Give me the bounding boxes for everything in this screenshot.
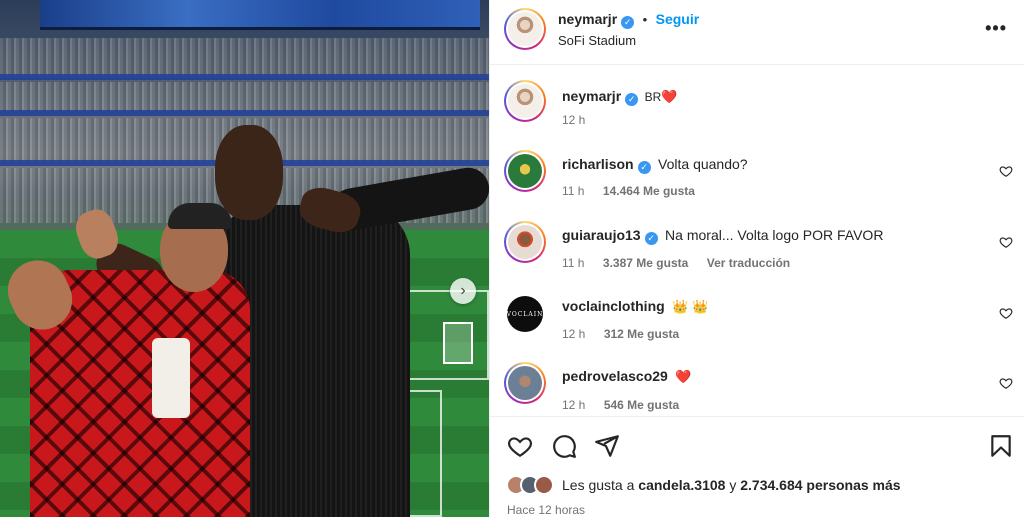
- likes-first-user[interactable]: candela.3108: [638, 477, 725, 493]
- separator-dot: •: [642, 12, 648, 27]
- verified-badge-icon: ✓: [621, 16, 635, 29]
- voclain-avatar[interactable]: VOCLAIN: [507, 296, 543, 332]
- post-panel: neymarjr ✓ • Seguir SoFi Stadium ••• neym…: [489, 0, 1024, 517]
- verified-badge-icon: ✓: [637, 161, 651, 174]
- comment-time[interactable]: 11 h: [562, 184, 584, 198]
- follow-button[interactable]: Seguir: [656, 11, 700, 27]
- caption-text: BR: [644, 90, 662, 104]
- comment-text: Na moral... Volta logo POR FAVOR: [665, 227, 884, 243]
- heart-emoji: ❤️: [661, 89, 678, 104]
- author-avatar[interactable]: [504, 8, 546, 50]
- heart-icon[interactable]: [507, 433, 533, 459]
- comment-time[interactable]: 12 h: [562, 398, 585, 412]
- voclain-logo-text: VOCLAIN: [506, 310, 544, 318]
- liked-by-row[interactable]: Les gusta a candela.3108 y 2.734.684 per…: [506, 475, 901, 495]
- stadium-band: [0, 110, 489, 116]
- post-time[interactable]: Hace 12 horas: [507, 503, 585, 517]
- liker-avatar: [534, 475, 554, 495]
- caption-username[interactable]: neymarjr: [562, 88, 621, 104]
- comment-time[interactable]: 11 h: [562, 256, 584, 270]
- post-header: neymarjr ✓ • Seguir SoFi Stadium •••: [490, 0, 1024, 65]
- comment-likes[interactable]: 3.387 Me gusta: [603, 256, 688, 270]
- comment-text: Volta quando?: [658, 156, 748, 172]
- comment-time[interactable]: 12 h: [562, 327, 585, 341]
- caption-avatar[interactable]: [504, 80, 546, 122]
- verified-badge-icon: ✓: [644, 232, 658, 245]
- likes-prefix: Les gusta a: [562, 477, 639, 493]
- comment-like-heart-icon[interactable]: [999, 376, 1013, 390]
- comment-like-heart-icon[interactable]: [999, 164, 1013, 178]
- comment-avatar[interactable]: [504, 150, 546, 192]
- person-left-cap: [168, 203, 232, 229]
- heart-emoji: ❤️: [675, 369, 692, 384]
- stadium-band: [0, 74, 489, 80]
- location-link[interactable]: SoFi Stadium: [558, 33, 636, 48]
- post-actions: Les gusta a candela.3108 y 2.734.684 per…: [490, 416, 1024, 517]
- likes-middle: y: [725, 477, 741, 493]
- chevron-right-icon: ›: [460, 282, 466, 299]
- person-right-head: [215, 125, 283, 220]
- comment-like-heart-icon[interactable]: [999, 306, 1013, 320]
- comment-username[interactable]: pedrovelasco29: [562, 368, 668, 384]
- crown-emoji: 👑 👑: [672, 299, 709, 314]
- see-translation-link[interactable]: Ver traducción: [707, 256, 790, 270]
- goal-net: [443, 322, 473, 364]
- stadium-screen: [40, 0, 480, 30]
- likes-summary: Les gusta a candela.3108 y 2.734.684 per…: [562, 477, 901, 493]
- caption-time[interactable]: 12 h: [562, 113, 585, 127]
- comment-username[interactable]: richarlison: [562, 156, 634, 172]
- author-username[interactable]: neymarjr: [558, 11, 617, 27]
- comment-username[interactable]: guiaraujo13: [562, 227, 641, 243]
- comment-likes[interactable]: 312 Me gusta: [604, 327, 679, 341]
- more-options-icon[interactable]: •••: [985, 18, 1007, 39]
- next-photo-button[interactable]: ›: [450, 278, 476, 304]
- person-left-tanktop: [152, 338, 190, 418]
- comment-avatar[interactable]: [504, 221, 546, 263]
- verified-badge-icon: ✓: [625, 93, 639, 106]
- share-icon[interactable]: [594, 433, 620, 459]
- likes-others[interactable]: 2.734.684 personas más: [740, 477, 900, 493]
- post-photo: ›: [0, 0, 489, 517]
- comment-username[interactable]: voclainclothing: [562, 298, 665, 314]
- comment-avatar[interactable]: [504, 362, 546, 404]
- comment-likes[interactable]: 546 Me gusta: [604, 398, 679, 412]
- comment-like-heart-icon[interactable]: [999, 235, 1013, 249]
- comment-icon[interactable]: [551, 433, 577, 459]
- comment-likes[interactable]: 14.464 Me gusta: [603, 184, 695, 198]
- crowd-section: [0, 38, 489, 78]
- bookmark-icon[interactable]: [988, 433, 1014, 459]
- crowd-section: [0, 82, 489, 112]
